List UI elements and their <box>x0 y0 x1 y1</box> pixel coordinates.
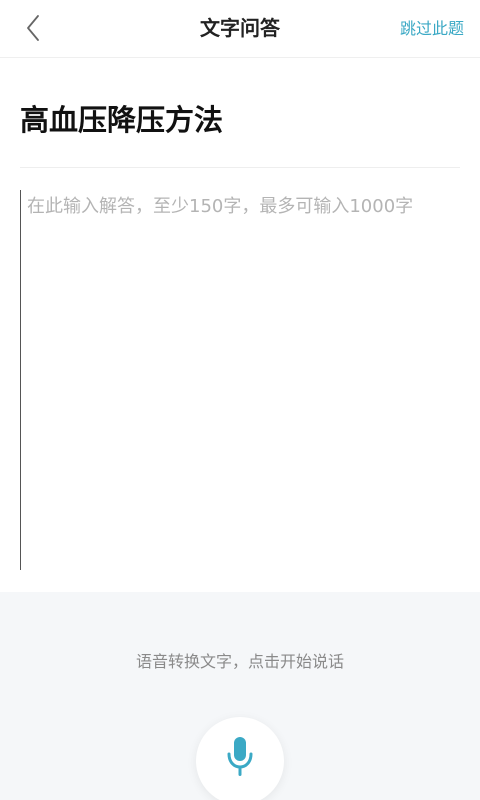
chevron-left-icon <box>27 15 39 41</box>
microphone-icon <box>227 737 253 776</box>
back-button[interactable] <box>14 8 54 48</box>
skip-question-button[interactable]: 跳过此题 <box>400 0 464 57</box>
voice-input-panel: 语音转换文字，点击开始说话 <box>0 592 480 800</box>
voice-hint: 语音转换文字，点击开始说话 <box>135 652 344 671</box>
question-title: 高血压降压方法 <box>20 103 224 137</box>
top-bar: 文字问答 跳过此题 <box>0 0 480 58</box>
microphone-button[interactable] <box>196 717 284 800</box>
answer-input[interactable] <box>20 190 459 570</box>
divider <box>20 167 460 168</box>
